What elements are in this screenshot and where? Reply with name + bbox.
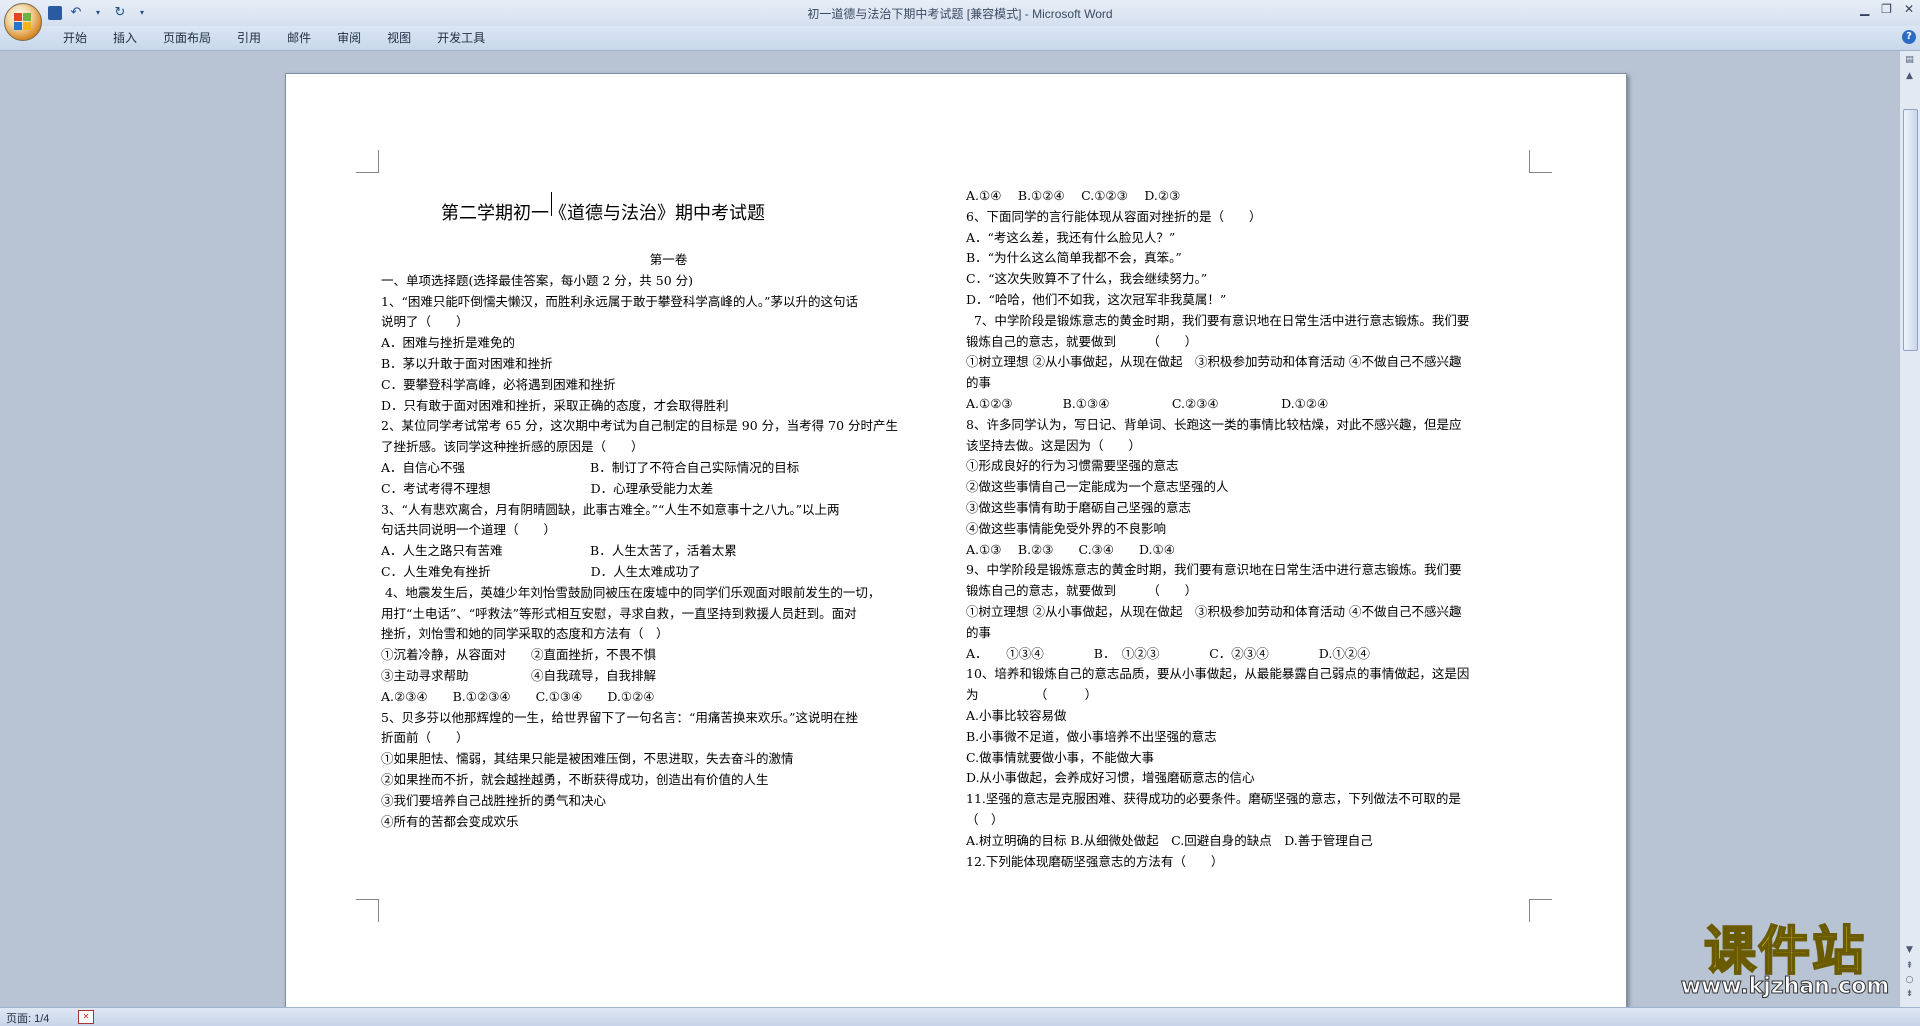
document-line: ①树立理想 ②从小事做起，从现在做起 ③积极参加劳动和体育活动 ④不做自己不感兴… — [966, 603, 1462, 619]
document-line: 锻炼自己的意志，就要做到 （ ） — [966, 583, 1198, 599]
document-line: C.做事情就要做小事，不能做大事 — [966, 749, 1155, 765]
ribbon-tab-bar: 开始 插入 页面布局 引用 邮件 审阅 视图 开发工具 ? — [0, 26, 1920, 51]
document-line: 5、贝多芬以他那辉煌的一生，给世界留下了一句名言：“用痛苦换来欢乐。”这说明在挫 — [381, 709, 858, 725]
section-heading: 第一卷 — [649, 252, 688, 267]
status-bar: 页面: 1/4 ✕ — [0, 1007, 1920, 1026]
tab-developer[interactable]: 开发工具 — [424, 30, 498, 46]
document-line: 挫折，刘怡雪和她的同学采取的态度和方法有（ ） — [381, 626, 669, 642]
ruler-toggle-icon[interactable]: ▤ — [1902, 53, 1917, 67]
document-line: C．人生难免有挫折 D．人生太难成功了 — [381, 563, 701, 579]
tab-insert[interactable]: 插入 — [100, 30, 150, 46]
document-line: 12.下列能体现磨砺坚强意志的方法有（ ） — [966, 853, 1224, 869]
document-line: ①形成良好的行为习惯需要坚强的意志 — [966, 458, 1179, 474]
document-line: ③我们要培养自己战胜挫折的勇气和决心 — [381, 792, 607, 808]
document-line: A.①③ B.②③ C.③④ D.①④ — [966, 541, 1175, 557]
document-title: 第二学期初一《道德与法治》期中考试题 — [441, 203, 765, 224]
document-line: 10、培养和锻炼自己的意志品质，要从小事做起，从最能暴露自己弱点的事情做起，这是… — [966, 666, 1470, 682]
document-line: B．“为什么这么简单我都不会，真笨。” — [966, 250, 1182, 266]
proofing-errors-icon[interactable]: ✕ — [78, 1010, 94, 1024]
document-line: 7、中学阶段是锻炼意志的黄金时期，我们要有意识地在日常生活中进行意志锻炼。我们要 — [966, 312, 1470, 328]
tab-review[interactable]: 审阅 — [324, 30, 374, 46]
document-line: ④所有的苦都会变成欢乐 — [381, 813, 519, 829]
office-button[interactable] — [4, 3, 42, 41]
document-line: 8、许多同学认为，写日记、背单词、长跑这一类的事情比较枯燥，对此不感兴趣，但是应 — [966, 416, 1462, 432]
window-title: 初一道德与法治下期中考试题 [兼容模式] - Microsoft Word — [807, 7, 1113, 21]
document-line: D．只有敢于面对困难和挫折，采取正确的态度，才会取得胜利 — [381, 397, 729, 413]
document-line: A． ①③④ B． ①②③ C．②③④ D.①②④ — [966, 645, 1370, 661]
document-line: 折面前（ ） — [381, 730, 469, 746]
help-icon[interactable]: ? — [1902, 30, 1916, 44]
document-line: A.①②③ B.①③④ C.②③④ D.①②④ — [966, 395, 1329, 411]
document-line: ②做这些事情自己一定能成为一个意志坚强的人 — [966, 479, 1229, 495]
watermark: 课件站 www.kjzhan.com — [1665, 921, 1905, 1000]
document-line: 了挫折感。该同学这种挫折感的原因是（ ） — [381, 439, 644, 455]
document-line: 1、“困难只能吓倒懦夫懒汉，而胜利永远属于敢于攀登科学高峰的人。”茅以升的这句话 — [381, 293, 858, 309]
crop-mark-top-left — [356, 150, 379, 173]
document-line: ④做这些事情能免受外界的不良影响 — [966, 520, 1167, 536]
document-line: （ ） — [966, 811, 1004, 827]
document-line: ②如果挫而不折，就会越挫越勇，不断获得成功，创造出有价值的人生 — [381, 771, 769, 787]
document-line: A.①④ B.①②④ C.①②③ D.②③ — [966, 188, 1181, 203]
tab-mailings[interactable]: 邮件 — [274, 30, 324, 46]
document-line: 为 （ ） — [966, 687, 1098, 703]
scrollbar-thumb[interactable] — [1903, 109, 1918, 351]
document-line: 该坚持去做。这是因为（ ） — [966, 437, 1142, 453]
page-indicator[interactable]: 页面: 1/4 — [6, 1010, 49, 1026]
scroll-up-icon[interactable]: ▲ — [1902, 69, 1917, 83]
document-line: 锻炼自己的意志，就要做到 （ ） — [966, 333, 1198, 349]
vertical-scrollbar[interactable]: ▤ ▲ ▼ ⇞ ○ ⇟ — [1899, 51, 1920, 1007]
crop-mark-top-right — [1529, 150, 1552, 173]
document-line: 6、下面同学的言行能体现从容面对挫折的是（ ） — [966, 208, 1262, 224]
minimize-icon[interactable]: ▁ — [1860, 2, 1869, 16]
document-line: A.小事比较容易做 — [966, 707, 1067, 723]
document-line: 4、地震发生后，英雄少年刘怡雪鼓励同被压在废墟中的同学们乐观面对眼前发生的一切， — [381, 584, 881, 600]
document-line: C．要攀登科学高峰，必将遇到困难和挫折 — [381, 376, 616, 392]
document-line: 2、某位同学考试常考 65 分，这次期中考试为自己制定的目标是 90 分，当考得… — [381, 418, 899, 434]
document-page[interactable]: 第二学期初一《道德与法治》期中考试题 第一卷 一、单项选择题(选择最佳答案，每小… — [285, 73, 1627, 1007]
document-line: ①如果胆怯、懦弱，其结果只能是被困难压倒，不思进取，失去奋斗的激情 — [381, 751, 794, 767]
document-line: 一、单项选择题(选择最佳答案，每小题 2 分，共 50 分) — [381, 272, 694, 288]
left-text-column[interactable]: 第二学期初一《道德与法治》期中考试题 第一卷 一、单项选择题(选择最佳答案，每小… — [381, 174, 956, 832]
document-line: A．“考这么差，我还有什么脸见人？” — [966, 229, 1176, 245]
close-icon[interactable]: ✕ — [1904, 2, 1914, 16]
tab-view[interactable]: 视图 — [374, 30, 424, 46]
right-text-column[interactable]: A.①④ B.①②④ C.①②③ D.②③ 6、下面同学的言行能体现从容面对挫折的… — [966, 186, 1546, 872]
document-line: 用打“土电话”、“呼救法”等形式相互安慰，寻求自救，一直坚持到救援人员赶到。面对 — [381, 605, 857, 621]
document-line: ①沉着冷静，从容面对 ②直面挫折，不畏不惧 — [381, 647, 657, 663]
document-line: B.小事微不足道，做小事培养不出坚强的意志 — [966, 728, 1217, 744]
document-line: D．“哈哈，他们不如我，这次冠军非我莫属！” — [966, 291, 1227, 307]
document-line: A．人生之路只有苦难 B．人生太苦了，活着太累 — [381, 543, 737, 559]
document-line: 11.坚强的意志是克服困难、获得成功的必要条件。磨砺坚强的意志，下列做法不可取的… — [966, 791, 1461, 807]
watermark-title: 课件站 — [1703, 921, 1866, 982]
document-line: C．“这次失败算不了什么，我会继续努力。” — [966, 271, 1208, 287]
crop-mark-bottom-left — [356, 899, 379, 922]
document-line: A．困难与挫折是难免的 — [381, 335, 516, 351]
watermark-url: www.kjzhan.com — [1680, 974, 1890, 1000]
document-line: A．自信心不强 B．制订了不符合自己实际情况的目标 — [381, 459, 800, 475]
restore-icon[interactable]: ❐ — [1881, 2, 1892, 16]
document-line: 句话共同说明一个道理（ ） — [381, 522, 557, 538]
document-workspace: 第二学期初一《道德与法治》期中考试题 第一卷 一、单项选择题(选择最佳答案，每小… — [0, 51, 1900, 1007]
document-line: 的事 — [966, 375, 992, 391]
document-line: 3、“人有悲欢离合，月有阴晴圆缺，此事古难全。”“人生不如意事十之八九。”以上两 — [381, 501, 840, 517]
tab-home[interactable]: 开始 — [50, 30, 100, 46]
document-line: A.②③④ B.①②③④ C.①③④ D.①②④ — [381, 688, 655, 704]
document-line: ③主动寻求帮助 ④自我疏导，自我排解 — [381, 667, 657, 683]
document-line: 9、中学阶段是锻炼意志的黄金时期，我们要有意识地在日常生活中进行意志锻炼。我们要 — [966, 562, 1462, 578]
crop-mark-bottom-right — [1529, 899, 1552, 922]
text-cursor — [551, 192, 552, 216]
document-line: 说明了（ ） — [381, 314, 469, 330]
tab-page-layout[interactable]: 页面布局 — [150, 30, 224, 46]
tab-references[interactable]: 引用 — [224, 30, 274, 46]
document-line: B．茅以升敢于面对困难和挫折 — [381, 355, 553, 371]
document-line: D.从小事做起，会养成好习惯，增强磨砺意志的信心 — [966, 770, 1255, 786]
document-line: A.树立明确的目标 B.从细微处做起 C.回避自身的缺点 D.善于管理自己 — [966, 832, 1373, 848]
document-line: 的事 — [966, 624, 992, 640]
document-line: C．考试考得不理想 D．心理承受能力太差 — [381, 480, 714, 496]
office-logo-icon — [14, 13, 32, 31]
document-line: ③做这些事情有助于磨砺自己坚强的意志 — [966, 499, 1192, 515]
document-line: ①树立理想 ②从小事做起，从现在做起 ③积极参加劳动和体育活动 ④不做自己不感兴… — [966, 354, 1462, 370]
window-controls: ▁ ❐ ✕ — [1860, 2, 1914, 16]
title-bar: ↶ ▾ ↻ ▾ 初一道德与法治下期中考试题 [兼容模式] - Microsoft… — [0, 0, 1920, 41]
